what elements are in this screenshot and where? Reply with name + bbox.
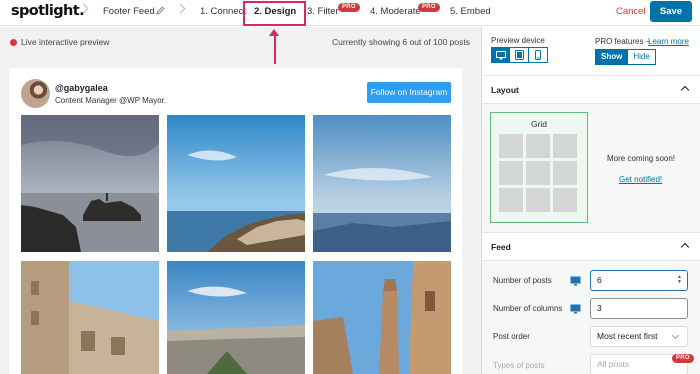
grid-cell [499,134,523,158]
top-bar: spotlight. Footer Feed 1. Connect 2. Des… [0,0,700,26]
pencil-icon[interactable] [155,5,166,16]
tablet-icon [514,50,524,60]
grid-cell [553,188,577,212]
grid-cell [499,188,523,212]
grid-layout-option[interactable]: Grid [490,112,588,223]
posts-count-text: Currently showing 6 out of 100 posts [332,37,470,47]
post-order-label: Post order [493,332,530,341]
grid-cell [526,188,550,212]
number-of-posts-input[interactable]: 6 ▲ ▼ [590,270,688,291]
pro-badge: PRO [418,3,440,12]
spotlight-logo: spotlight. [11,3,85,19]
hide-pro-button[interactable]: Hide [628,49,656,65]
grid-cell [553,161,577,185]
avatar[interactable] [21,79,50,108]
grid-cell [526,161,550,185]
post-order-select[interactable]: Most recent first [590,326,688,347]
profile-username[interactable]: @gabygalea [55,83,108,93]
instagram-feed-card: @gabygalea Content Manager @WP Mayor. Fo… [9,68,462,374]
pro-features-toggle: Show Hide [595,49,656,65]
pro-badge: PRO [338,3,360,12]
layout-title: Layout [491,85,519,95]
number-of-posts-value: 6 [597,275,602,285]
design-step-highlight [243,1,306,26]
number-of-columns-input[interactable]: 3 [590,298,688,319]
types-of-posts-label: Types of posts [493,361,545,370]
step-connect[interactable]: 1. Connect [200,6,246,17]
live-dot-icon [10,39,17,46]
get-notified-link[interactable]: Get notified! [619,175,662,184]
number-of-columns-value: 3 [597,303,602,313]
profile-bio: Content Manager @WP Mayor. [55,96,167,105]
preview-device-label: Preview device [491,36,545,45]
number-stepper-icon[interactable]: ▲ ▼ [677,275,682,285]
feed-preview-area: Live interactive preview Currently showi… [0,27,481,374]
tablet-device-button[interactable] [510,47,529,63]
save-button[interactable]: Save [650,1,692,22]
grid-layout-label: Grid [530,119,548,129]
cancel-button[interactable]: Cancel [616,6,646,17]
show-pro-button[interactable]: Show [595,49,629,65]
pro-features-label: PRO features – [595,37,651,46]
follow-on-instagram-button[interactable]: Follow on Instagram [367,82,451,103]
step-moderate[interactable]: 4. Moderate [370,6,421,17]
sea-sky-photo[interactable] [313,115,451,252]
step-embed[interactable]: 5. Embed [450,6,491,17]
feed-title: Feed [491,242,511,252]
desktop-icon [570,304,581,314]
preview-device-group [491,47,548,63]
stone-building-photo[interactable] [21,261,159,374]
learn-more-link[interactable]: Learn more [648,37,689,46]
chevron-up-icon[interactable] [680,242,690,252]
breadcrumb-chevron-icon [175,3,186,14]
more-coming-soon-text: More coming soon! [607,154,676,163]
feed-name[interactable]: Footer Feed [103,6,155,17]
live-preview-label: Live interactive preview [21,37,110,47]
desktop-device-button[interactable] [491,47,510,63]
desktop-icon [570,276,581,286]
number-of-columns-label: Number of columns [493,304,563,313]
phone-icon [535,50,541,60]
callout-line [274,33,276,64]
layout-panel-header[interactable]: Layout [482,75,700,104]
grid-cell [526,134,550,158]
phone-device-button[interactable] [529,47,548,63]
church-tower-photo[interactable] [313,261,451,374]
number-of-posts-label: Number of posts [493,276,552,285]
pro-badge: PRO [672,354,694,363]
sea-cliff-photo[interactable] [21,115,159,252]
desktop-icon [495,50,506,59]
design-sidebar: Preview device PRO features – Learn more… [481,27,700,374]
live-preview-indicator: Live interactive preview [10,37,109,47]
types-of-posts-value: All posts [597,359,630,369]
grid-cell [499,161,523,185]
chevron-down-icon [671,331,680,340]
coastal-town-photo[interactable] [167,115,305,252]
city-view-photo[interactable] [167,261,305,374]
post-order-value: Most recent first [597,331,658,341]
step-filter[interactable]: 3. Filter [307,6,339,17]
grid-cell [553,134,577,158]
chevron-up-icon[interactable] [680,85,690,95]
feed-panel-header[interactable]: Feed [482,232,700,261]
